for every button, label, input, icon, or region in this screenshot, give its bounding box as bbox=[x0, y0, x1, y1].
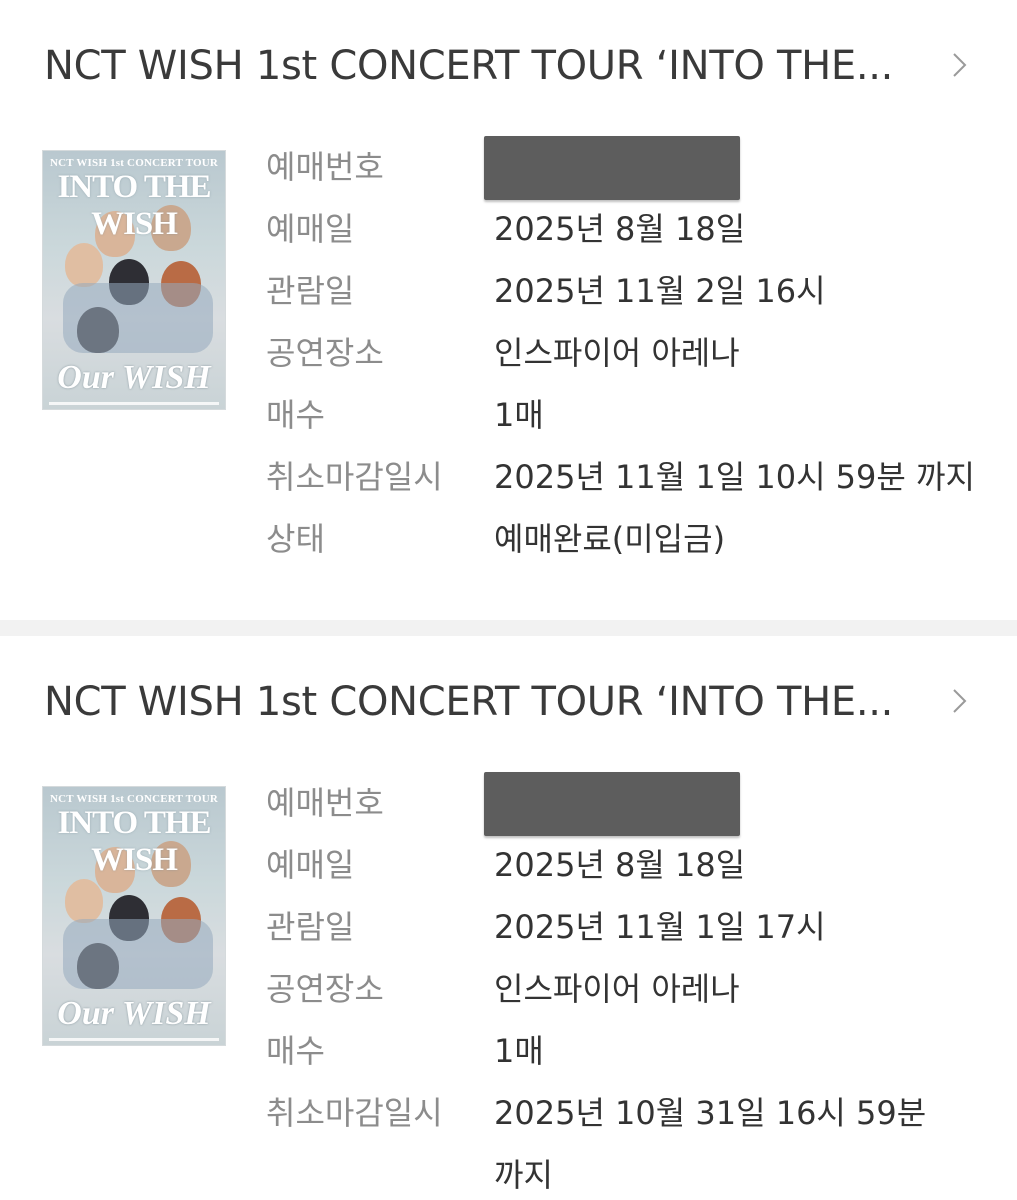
event-poster[interactable]: NCT WISH 1st CONCERT TOUR INTO THE WISH … bbox=[42, 150, 226, 410]
venue-label: 공연장소 bbox=[266, 334, 384, 372]
card-divider bbox=[0, 620, 1017, 636]
poster-main-title: INTO THE WISH bbox=[57, 169, 211, 242]
booking-date-row: 예매일 2025년 8월 18일 bbox=[266, 198, 986, 260]
booking-number-row: 예매번호 bbox=[266, 772, 986, 836]
booking-date-label: 예매일 bbox=[266, 846, 355, 884]
cancel-deadline-value: 2025년 11월 1일 10시 59분 까지 bbox=[494, 458, 975, 496]
booking-title: NCT WISH 1st CONCERT TOUR ‘INTO THE... bbox=[44, 43, 894, 89]
poster-logo-text: Our WISH bbox=[57, 995, 211, 1032]
show-date-value: 2025년 11월 2일 16시 bbox=[494, 272, 826, 310]
chevron-right-icon[interactable] bbox=[944, 50, 974, 80]
redaction-bar bbox=[484, 136, 740, 200]
cancel-deadline-label: 취소마감일시 bbox=[266, 458, 443, 496]
chevron-right-icon[interactable] bbox=[944, 686, 974, 716]
ticket-count-value: 1매 bbox=[494, 396, 544, 434]
booking-card: NCT WISH 1st CONCERT TOUR ‘INTO THE... N… bbox=[0, 0, 1017, 620]
booking-date-row: 예매일 2025년 8월 18일 bbox=[266, 834, 986, 896]
booking-number-label: 예매번호 bbox=[266, 148, 384, 186]
ticket-count-row: 매수 1매 bbox=[266, 1020, 986, 1082]
poster-tour-label: NCT WISH 1st CONCERT TOUR bbox=[49, 157, 219, 169]
cancel-deadline-row: 취소마감일시 2025년 11월 1일 10시 59분 까지 bbox=[266, 446, 986, 508]
poster-main-title: INTO THE WISH bbox=[57, 805, 211, 878]
show-date-row: 관람일 2025년 11월 2일 16시 bbox=[266, 260, 986, 322]
venue-value: 인스파이어 아레나 bbox=[494, 334, 740, 372]
booking-title-row[interactable]: NCT WISH 1st CONCERT TOUR ‘INTO THE... bbox=[44, 674, 984, 730]
status-value: 예매완료(미입금) bbox=[494, 520, 726, 558]
poster-logo-text: Our WISH bbox=[57, 359, 211, 396]
venue-row: 공연장소 인스파이어 아레나 bbox=[266, 958, 986, 1020]
show-date-label: 관람일 bbox=[266, 272, 355, 310]
status-label: 상태 bbox=[266, 520, 325, 558]
booking-list-page: NCT WISH 1st CONCERT TOUR ‘INTO THE... N… bbox=[0, 0, 1017, 1200]
booking-date-value: 2025년 8월 18일 bbox=[494, 846, 746, 884]
cancel-deadline-row: 취소마감일시 2025년 10월 31일 16시 59분 까지 bbox=[266, 1082, 986, 1200]
booking-number-label: 예매번호 bbox=[266, 784, 384, 822]
booking-card: NCT WISH 1st CONCERT TOUR ‘INTO THE... N… bbox=[0, 636, 1017, 1200]
status-row: 상태 예매완료(미입금) bbox=[266, 508, 986, 570]
event-poster[interactable]: NCT WISH 1st CONCERT TOUR INTO THE WISH … bbox=[42, 786, 226, 1046]
venue-row: 공연장소 인스파이어 아레나 bbox=[266, 322, 986, 384]
venue-value: 인스파이어 아레나 bbox=[494, 970, 740, 1008]
venue-label: 공연장소 bbox=[266, 970, 384, 1008]
ticket-count-label: 매수 bbox=[266, 396, 325, 434]
booking-date-label: 예매일 bbox=[266, 210, 355, 248]
ticket-count-label: 매수 bbox=[266, 1032, 325, 1070]
poster-footer-strip bbox=[49, 402, 219, 405]
ticket-count-value: 1매 bbox=[494, 1032, 544, 1070]
show-date-label: 관람일 bbox=[266, 908, 355, 946]
poster-footer-strip bbox=[49, 1038, 219, 1041]
booking-date-value: 2025년 8월 18일 bbox=[494, 210, 746, 248]
show-date-value: 2025년 11월 1일 17시 bbox=[494, 908, 826, 946]
cancel-deadline-label: 취소마감일시 bbox=[266, 1094, 443, 1132]
redaction-bar bbox=[484, 772, 740, 836]
booking-title: NCT WISH 1st CONCERT TOUR ‘INTO THE... bbox=[44, 679, 894, 725]
booking-number-row: 예매번호 bbox=[266, 136, 986, 200]
poster-tour-label: NCT WISH 1st CONCERT TOUR bbox=[49, 793, 219, 805]
show-date-row: 관람일 2025년 11월 1일 17시 bbox=[266, 896, 986, 958]
ticket-count-row: 매수 1매 bbox=[266, 384, 986, 446]
booking-title-row[interactable]: NCT WISH 1st CONCERT TOUR ‘INTO THE... bbox=[44, 38, 984, 94]
cancel-deadline-value: 2025년 10월 31일 16시 59분 까지 bbox=[494, 1094, 927, 1194]
